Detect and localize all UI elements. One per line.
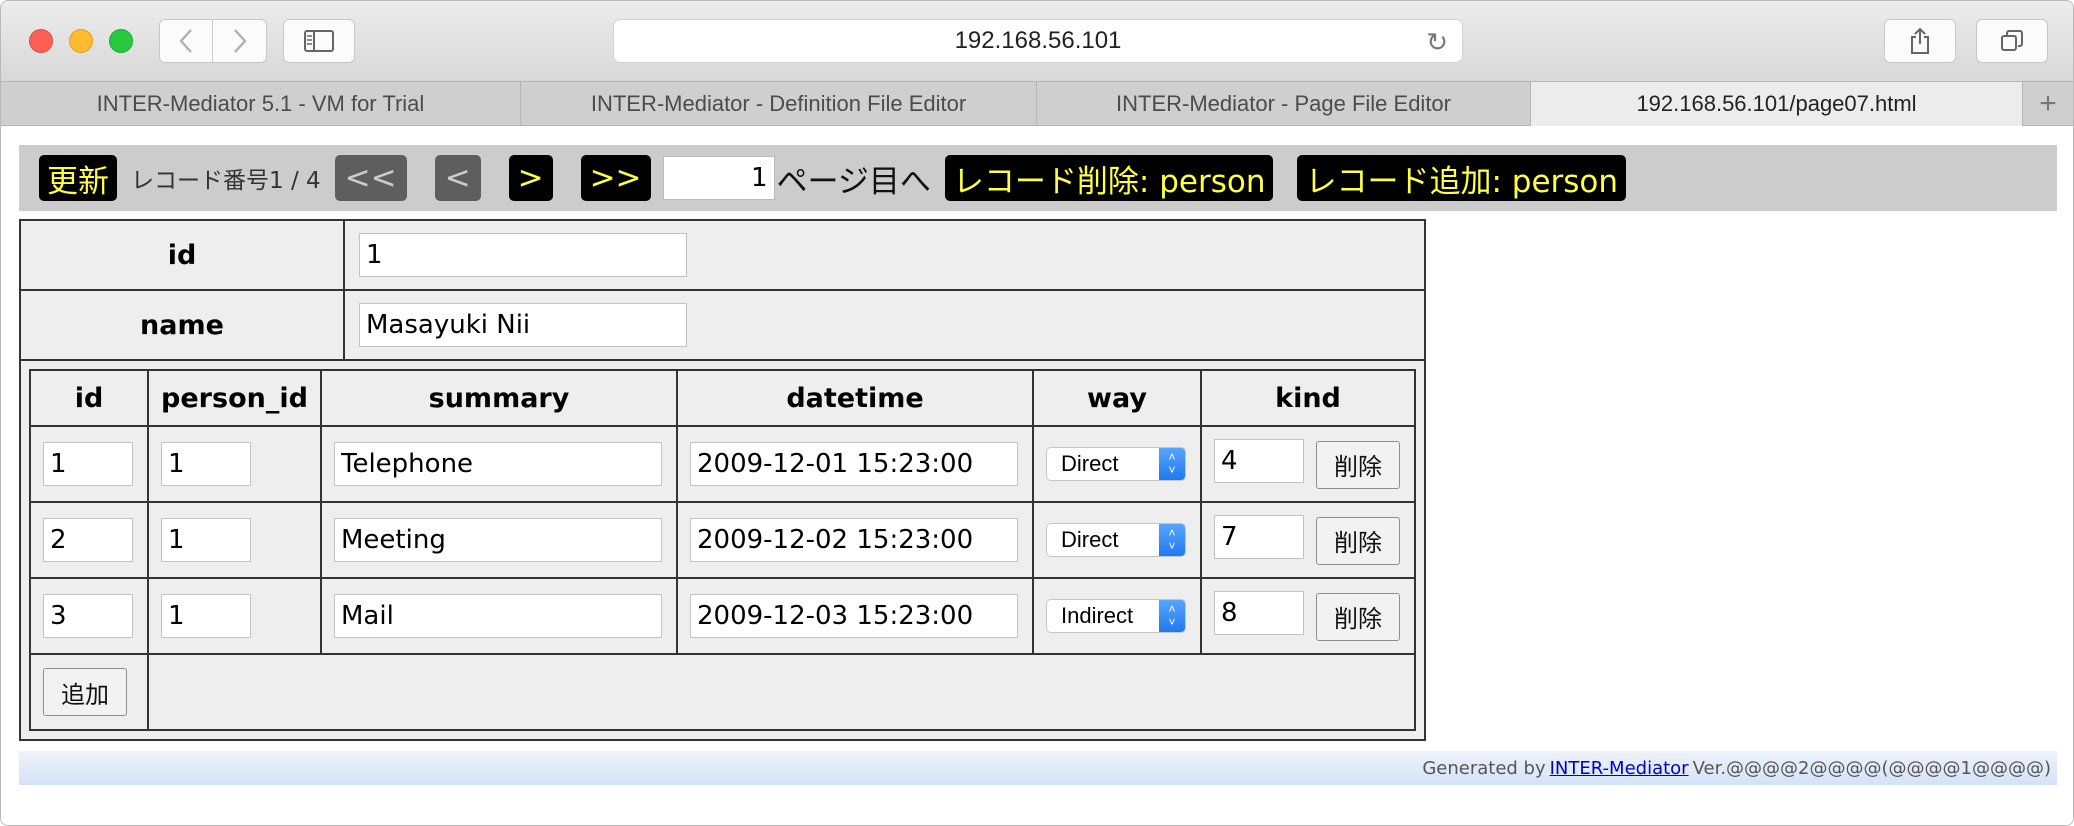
contact-section: id person_id summary datetime way kind 1… <box>19 359 1426 741</box>
col-header-kind: kind <box>1200 369 1416 427</box>
table-row: Direct ˄˅ 削除 <box>29 501 1416 579</box>
row-way-select[interactable]: Direct ˄ ˅ <box>1046 447 1186 481</box>
tab-page07[interactable]: 192.168.56.101/page07.html <box>1531 82 2023 126</box>
refresh-button[interactable]: 更新 <box>39 155 117 201</box>
row-id-input[interactable] <box>43 442 133 486</box>
first-record-button[interactable]: << <box>334 155 407 201</box>
address-bar[interactable]: 192.168.56.101 ↻ <box>613 19 1463 63</box>
share-icon <box>1911 27 1929 54</box>
col-header-datetime: datetime <box>676 369 1034 427</box>
page-number-input[interactable] <box>662 156 775 200</box>
sidebar-icon <box>304 30 334 52</box>
row-way-value: Direct <box>1061 451 1119 476</box>
row-person-id-input[interactable] <box>161 518 251 562</box>
record-position-label: レコード番号1 / 4 <box>131 168 321 194</box>
table-row: Direct ˄˅ 削除 <box>29 425 1416 503</box>
row-kind-input[interactable] <box>1214 591 1304 636</box>
tabs-overview-icon <box>2001 30 2023 51</box>
chevron-updown-icon: ˄ ˅ <box>1159 600 1185 632</box>
row-delete-button[interactable]: 削除 <box>1316 516 1400 565</box>
forward-button[interactable] <box>213 19 267 63</box>
delete-record-button[interactable]: レコード削除: person <box>944 155 1274 201</box>
row-summary-input[interactable] <box>334 594 662 638</box>
row-datetime-input[interactable] <box>690 518 1018 562</box>
chevron-left-icon <box>179 29 192 53</box>
new-tab-button[interactable]: + <box>2023 82 2073 126</box>
minimize-window-button[interactable] <box>69 29 93 53</box>
address-text: 192.168.56.101 <box>954 27 1122 54</box>
name-label: name <box>19 289 345 361</box>
chevron-right-icon <box>233 29 247 53</box>
row-person-id-input[interactable] <box>161 442 251 486</box>
add-contact-button[interactable]: 追加 <box>43 668 127 716</box>
col-header-way: way <box>1032 369 1202 427</box>
tab-bar: INTER-Mediator 5.1 - VM for Trial INTER-… <box>1 81 2073 126</box>
page-content: 更新 レコード番号1 / 4 << < > >> ページ目へ レコード削除: p… <box>1 127 2073 825</box>
close-window-button[interactable] <box>29 29 53 53</box>
tab-definition-file-editor[interactable]: INTER-Mediator - Definition File Editor <box>521 82 1037 126</box>
col-header-person-id: person_id <box>147 369 322 427</box>
name-cell <box>343 289 1426 361</box>
page-footer: Generated by INTER-Mediator Ver.@@@@2@@@… <box>19 751 2057 785</box>
tab-vm-for-trial[interactable]: INTER-Mediator 5.1 - VM for Trial <box>1 82 521 126</box>
row-datetime-input[interactable] <box>690 442 1018 486</box>
row-delete-button[interactable]: 削除 <box>1316 440 1400 489</box>
id-cell <box>343 219 1426 291</box>
row-id-input[interactable] <box>43 518 133 562</box>
table-row: Indirect ˄˅ 削除 <box>29 577 1416 655</box>
row-summary-input[interactable] <box>334 518 662 562</box>
last-record-button[interactable]: >> <box>580 155 651 201</box>
row-way-value: Direct <box>1061 527 1119 552</box>
row-way-select[interactable]: Direct ˄ ˅ <box>1046 523 1186 557</box>
col-header-summary: summary <box>320 369 678 427</box>
row-way-select[interactable]: Indirect ˄ ˅ <box>1046 599 1186 633</box>
row-way-value: Indirect <box>1061 603 1134 628</box>
add-row: 追加 <box>29 653 1415 731</box>
zoom-window-button[interactable] <box>109 29 133 53</box>
id-label: id <box>19 219 345 291</box>
browser-toolbar: 192.168.56.101 ↻ <box>1 1 2073 81</box>
page-suffix-label: ページ目へ <box>776 163 931 200</box>
contact-table: id person_id summary datetime way kind 1… <box>29 369 1416 731</box>
person-name-input[interactable] <box>359 303 687 347</box>
col-header-id: id <box>29 369 149 427</box>
row-summary-input[interactable] <box>334 442 662 486</box>
chevron-updown-icon: ˄ ˅ <box>1159 448 1185 480</box>
row-datetime-input[interactable] <box>690 594 1018 638</box>
tab-page-file-editor[interactable]: INTER-Mediator - Page File Editor <box>1037 82 1531 126</box>
row-kind-input[interactable] <box>1214 439 1304 484</box>
back-button[interactable] <box>159 19 213 63</box>
record-navigator: 更新 レコード番号1 / 4 << < > >> ページ目へ レコード削除: p… <box>19 145 2057 211</box>
row-kind-input[interactable] <box>1214 515 1304 560</box>
footer-prefix: Generated by <box>1422 757 1546 779</box>
footer-version: Ver.@@@@2@@@@(@@@@1@@@@) <box>1692 757 2051 779</box>
chevron-updown-icon: ˄ ˅ <box>1159 524 1185 556</box>
add-record-button[interactable]: レコード追加: person <box>1297 155 1627 201</box>
previous-record-button[interactable]: < <box>434 155 481 201</box>
reload-icon[interactable]: ↻ <box>1426 29 1448 55</box>
row-person-id-input[interactable] <box>161 594 251 638</box>
person-id-input[interactable] <box>359 233 687 277</box>
person-record-table: id name id <box>19 219 1426 741</box>
row-id-input[interactable] <box>43 594 133 638</box>
row-delete-button[interactable]: 削除 <box>1316 592 1400 641</box>
share-button[interactable] <box>1884 19 1956 63</box>
sidebar-toggle-button[interactable] <box>283 19 355 63</box>
inter-mediator-link[interactable]: INTER-Mediator <box>1550 758 1689 779</box>
next-record-button[interactable]: > <box>508 155 553 201</box>
browser-window: 192.168.56.101 ↻ INTER-Mediator 5.1 - VM… <box>0 0 2074 826</box>
show-tabs-button[interactable] <box>1976 19 2048 63</box>
